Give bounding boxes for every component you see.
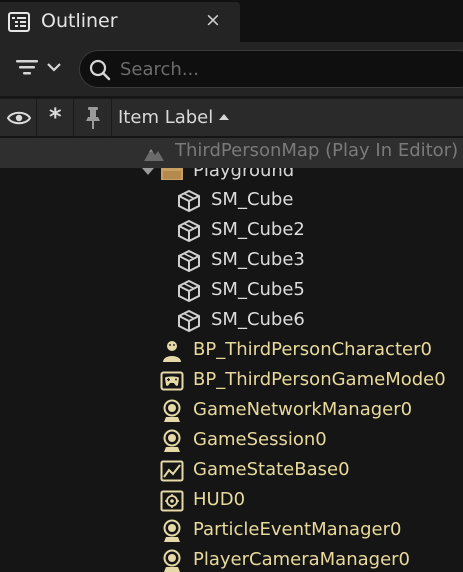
favorite-column-header[interactable]: *: [37, 99, 74, 137]
gamestate-icon: [160, 460, 184, 482]
search-input[interactable]: [120, 56, 460, 82]
list-item[interactable]: GameSession0: [0, 426, 463, 456]
outliner-tree: Playground SM_Cube SM_Cube2 SM_Cube3 SM_…: [0, 168, 463, 572]
list-item[interactable]: GameStateBase0: [0, 456, 463, 486]
list-item[interactable]: ParticleEventManager0: [0, 516, 463, 546]
actor-label: GameSession0: [193, 429, 327, 450]
actor-label: BP_ThirdPersonGameMode0: [193, 369, 446, 390]
list-item[interactable]: SM_Cube3: [0, 246, 463, 276]
eye-icon: [7, 111, 31, 125]
tab-outliner[interactable]: Outliner ×: [0, 2, 240, 42]
actor-label: HUD0: [193, 489, 246, 510]
list-item[interactable]: SM_Cube6: [0, 306, 463, 336]
search-box[interactable]: [79, 50, 463, 88]
list-item[interactable]: SM_Cube: [0, 186, 463, 216]
actor-icon: [163, 429, 181, 452]
outliner-panel: Outliner × Search... * Item Label ThirdP…: [0, 0, 463, 572]
world-label: ThirdPersonMap (Play In Editor): [175, 140, 459, 161]
search-icon: [89, 59, 111, 81]
actor-label: PlayerCameraManager0: [193, 549, 411, 570]
actor-label: BP_ThirdPersonCharacter0: [193, 339, 432, 360]
folder-icon: [161, 168, 183, 180]
sort-ascending-icon[interactable]: [218, 111, 230, 123]
static-mesh-icon: [178, 279, 200, 303]
tab-bar: Outliner ×: [0, 0, 463, 42]
filter-icon: [16, 60, 38, 75]
static-mesh-icon: [178, 309, 200, 333]
hud-icon: [160, 490, 184, 512]
character-icon: [163, 341, 181, 362]
actor-label: GameNetworkManager0: [193, 399, 413, 420]
list-item[interactable]: SM_Cube5: [0, 276, 463, 306]
actor-label: GameStateBase0: [193, 459, 350, 480]
gamemode-icon: [160, 371, 184, 391]
folder-label: Playground: [193, 168, 295, 181]
tab-title: Outliner: [41, 10, 118, 32]
outliner-toolbar: [0, 42, 463, 96]
pin-column-header[interactable]: [74, 99, 112, 137]
collapse-arrow-icon[interactable]: [142, 168, 154, 178]
mesh-label: SM_Cube6: [211, 309, 305, 330]
chevron-down-icon: [47, 63, 61, 72]
mesh-label: SM_Cube5: [211, 279, 305, 300]
pin-icon: [86, 107, 100, 129]
column-header: * Item Label: [0, 98, 463, 137]
item-label-header-text: Item Label: [118, 107, 214, 128]
outliner-list-icon: [8, 12, 30, 32]
favorite-icon: *: [49, 103, 62, 131]
actor-icon: [163, 519, 181, 542]
item-label-column-header[interactable]: Item Label: [112, 99, 463, 137]
close-icon[interactable]: ×: [205, 10, 221, 30]
list-item[interactable]: PlayerCameraManager0: [0, 546, 463, 572]
mesh-label: SM_Cube2: [211, 219, 305, 240]
world-row[interactable]: ThirdPersonMap (Play In Editor): [0, 138, 463, 168]
actor-icon: [163, 549, 181, 572]
static-mesh-icon: [178, 189, 200, 213]
actor-icon: [163, 399, 181, 422]
visibility-column-header[interactable]: [0, 99, 37, 137]
mesh-label: SM_Cube: [211, 189, 294, 210]
list-item[interactable]: GameNetworkManager0: [0, 396, 463, 426]
filter-button[interactable]: [10, 52, 70, 86]
mesh-label: SM_Cube3: [211, 249, 305, 270]
world-map-icon: [144, 149, 164, 161]
list-item[interactable]: BP_ThirdPersonCharacter0: [0, 336, 463, 366]
list-item[interactable]: SM_Cube2: [0, 216, 463, 246]
static-mesh-icon: [178, 249, 200, 273]
list-item[interactable]: HUD0: [0, 486, 463, 516]
actor-label: ParticleEventManager0: [193, 519, 402, 540]
list-item[interactable]: BP_ThirdPersonGameMode0: [0, 366, 463, 396]
static-mesh-icon: [178, 219, 200, 243]
